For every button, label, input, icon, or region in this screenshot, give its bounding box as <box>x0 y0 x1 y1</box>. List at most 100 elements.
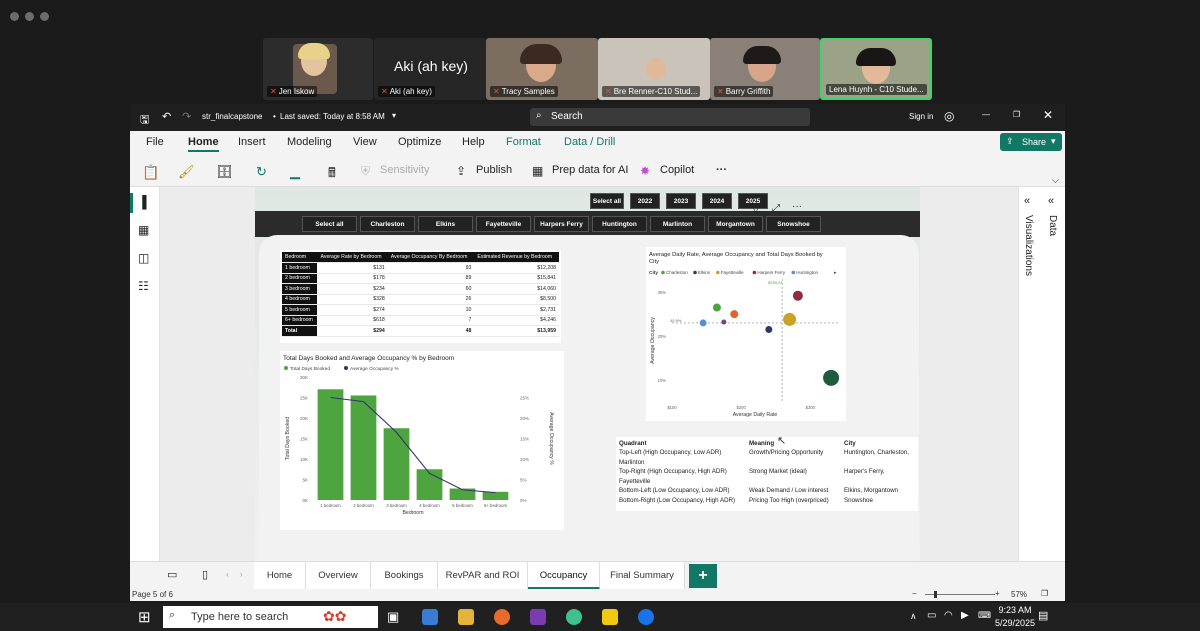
search-input[interactable]: ⌕ Search <box>530 108 810 126</box>
restore-icon[interactable]: ❐ <box>1013 110 1020 119</box>
taskbar-search-input[interactable]: ⌕ Type here to search ✿✿ <box>163 606 378 628</box>
city-slicer-item[interactable]: Elkins <box>418 216 473 232</box>
firefox-icon[interactable] <box>494 609 510 625</box>
collapse-data-icon[interactable]: « <box>1048 195 1054 207</box>
fit-page-icon[interactable]: ❐ <box>1041 589 1048 598</box>
page-tab[interactable]: Overview <box>306 562 371 590</box>
collapse-visualizations-icon[interactable]: « <box>1024 195 1030 207</box>
user-icon[interactable]: ◎ <box>944 109 954 123</box>
more-options-button[interactable]: ··· <box>716 164 727 176</box>
windows-start-icon[interactable]: ⊞ <box>138 608 151 626</box>
scatter-point[interactable] <box>712 303 721 312</box>
task-view-icon[interactable]: ▣ <box>387 609 399 625</box>
year-slicer-item[interactable]: 2023 <box>666 193 696 209</box>
mobile-layout-icon[interactable]: ▯ <box>202 568 208 581</box>
menu-home[interactable]: Home <box>188 136 219 152</box>
year-slicer-item[interactable]: Select all <box>590 193 624 209</box>
menu-help[interactable]: Help <box>462 136 485 148</box>
zoom-out-button[interactable]: − <box>912 589 917 598</box>
legend-label[interactable]: Harpers Ferry <box>757 270 786 275</box>
zoom-in-button[interactable]: + <box>995 589 1000 598</box>
city-slicer-item[interactable]: Harpers Ferry <box>534 216 589 232</box>
menu-data-drill[interactable]: Data / Drill <box>564 136 615 148</box>
participant-tile[interactable]: ✕ Barry Griffith <box>710 38 820 100</box>
scatter-point[interactable] <box>699 319 707 327</box>
tray-chevron-icon[interactable]: ∧ <box>910 611 917 622</box>
model-view-icon[interactable]: ◫ <box>138 251 149 265</box>
paste-icon[interactable]: 📋 <box>142 164 159 181</box>
zoom-slider-handle[interactable] <box>934 591 937 598</box>
scatter-point[interactable] <box>730 310 739 319</box>
menu-optimize[interactable]: Optimize <box>398 136 441 148</box>
slack-icon[interactable] <box>566 609 582 625</box>
participant-tile[interactable]: ✕ Jen Iskow <box>263 38 373 100</box>
legend-label[interactable]: Huntington <box>796 270 818 275</box>
clock-time[interactable]: 9:23 AM <box>985 605 1045 615</box>
battery-icon[interactable]: ▭ <box>927 610 936 621</box>
close-icon[interactable]: ✕ <box>1043 108 1053 122</box>
sensitivity-button[interactable]: Sensitivity <box>380 164 430 176</box>
table-header[interactable]: Average Rate by Bedroom <box>317 252 388 263</box>
page-tab[interactable]: Final Summary <box>600 562 685 590</box>
page-tab[interactable]: Occupancy <box>528 562 600 590</box>
participant-tile-active[interactable]: Lena Huynh - C10 Stude... <box>820 38 932 100</box>
table-view-icon[interactable]: ▦ <box>138 223 149 237</box>
add-page-button[interactable]: + <box>689 564 717 588</box>
participant-tile[interactable]: ✕ Tracy Samples <box>486 38 598 100</box>
report-view-icon[interactable]: ▐ <box>138 195 147 209</box>
menu-file[interactable]: File <box>146 136 164 148</box>
table-header[interactable]: Bedroom <box>282 252 318 263</box>
year-slicer-item[interactable]: 2024 <box>702 193 732 209</box>
table-header[interactable]: Average Occupancy By Bedroom <box>387 252 475 263</box>
chevron-down-icon[interactable]: ⌵ <box>1052 175 1059 186</box>
calculator-icon[interactable]: 🖩 <box>328 164 336 186</box>
participant-tile[interactable]: ✕ Bre Renner-C10 Stud... <box>598 38 710 100</box>
prev-page-icon[interactable]: ‹ <box>226 570 229 579</box>
city-slicer-item[interactable]: Fayetteville <box>476 216 531 232</box>
legend-label[interactable]: Elkins <box>698 270 711 275</box>
share-button[interactable]: ⇪ Share ▾ <box>1000 133 1062 151</box>
dax-view-icon[interactable]: ☷ <box>138 279 149 293</box>
bar[interactable] <box>350 395 377 500</box>
city-slicer-item[interactable]: Morgantown <box>708 216 763 232</box>
onenote-icon[interactable] <box>530 609 546 625</box>
page-tab[interactable]: Home <box>254 562 306 590</box>
get-data-icon[interactable]: 🗄 <box>216 164 233 180</box>
visualizations-pane-label[interactable]: Visualizations <box>1023 215 1034 276</box>
more-options-icon[interactable]: ··· <box>792 201 802 212</box>
volume-icon[interactable]: ▶ <box>961 610 969 621</box>
legend-label[interactable]: Average Occupancy % <box>350 366 399 372</box>
city-slicer-item[interactable]: Charleston <box>360 216 415 232</box>
legend-label[interactable]: Fayetteville <box>721 270 744 275</box>
scatter-point[interactable] <box>783 312 797 326</box>
refresh-icon[interactable]: ↻ <box>256 164 267 180</box>
powerbi-icon[interactable] <box>602 609 618 625</box>
city-slicer-item[interactable]: Marlinton <box>650 216 705 232</box>
prep-data-button[interactable]: Prep data for AI <box>552 164 628 176</box>
menu-insert[interactable]: Insert <box>238 136 266 148</box>
page-tab[interactable]: RevPAR and ROI <box>438 562 528 590</box>
scatter-point[interactable] <box>765 326 773 334</box>
bar[interactable] <box>317 389 344 500</box>
new-visual-icon[interactable]: ▁ <box>290 164 300 180</box>
undo-icon[interactable]: ↶ <box>162 110 171 123</box>
table-header[interactable]: Estimated Revenue by Bedroom <box>474 252 559 263</box>
redo-icon[interactable]: ↷ <box>182 110 191 123</box>
participant-tile[interactable]: Aki (ah key) ✕ Aki (ah key) <box>374 38 486 100</box>
file-explorer-icon[interactable] <box>458 609 474 625</box>
scatter-point[interactable] <box>721 319 727 325</box>
filter-icon[interactable]: ▽ <box>752 204 760 215</box>
city-slicer-item[interactable]: Select all <box>302 216 357 232</box>
page-tab[interactable]: Bookings <box>371 562 438 590</box>
wifi-icon[interactable]: ◠ <box>944 610 953 621</box>
legend-next-icon[interactable]: ▸ <box>834 270 837 276</box>
data-pane-label[interactable]: Data <box>1047 215 1058 236</box>
city-slicer-item[interactable]: Huntington <box>592 216 647 232</box>
zoom-icon[interactable] <box>638 609 654 625</box>
chevron-down-icon[interactable]: ▾ <box>392 111 396 120</box>
scatter-point[interactable] <box>792 290 803 301</box>
save-icon[interactable]: 🖫 <box>140 111 149 130</box>
legend-label[interactable]: Charleston <box>666 270 688 275</box>
legend-label[interactable]: Total Days Booked <box>290 366 330 372</box>
format-painter-icon[interactable]: 🖌 <box>178 164 195 180</box>
